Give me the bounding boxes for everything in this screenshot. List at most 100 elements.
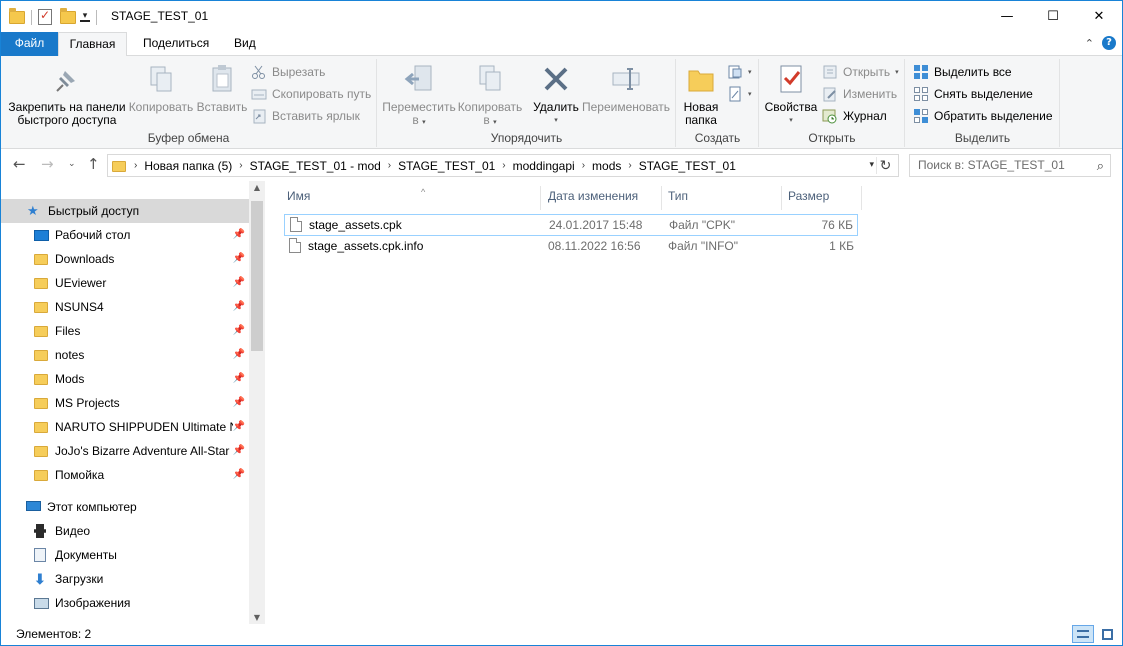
up-arrow-icon[interactable]: ↑ [87,155,100,173]
move-to-icon [403,63,435,95]
nav-item-pomoika[interactable]: Помойка 📌 [1,463,249,487]
properties-icon[interactable] [38,8,52,25]
copy-to-button[interactable]: Копировать в ▾ [456,63,524,129]
folder-shape [34,446,48,457]
nav-item-downloads[interactable]: Downloads 📌 [1,247,249,271]
breadcrumb-separator-icon[interactable]: › [132,160,139,171]
select-all-button[interactable]: Выделить все [913,62,1012,82]
nav-item-ms-projects[interactable]: MS Projects 📌 [1,391,249,415]
column-header-type[interactable]: Тип [662,186,782,210]
column-header-date[interactable]: Дата изменения [542,186,662,210]
new-folder-icon[interactable] [60,7,76,24]
refresh-icon[interactable]: ↻ [876,157,894,174]
paste-shortcut-button[interactable]: Вставить ярлык [251,106,360,126]
recent-locations-icon[interactable]: ⌄ [68,159,76,169]
easy-access-button[interactable]: ▾ [727,84,752,104]
column-header-name[interactable]: Имя ^ [281,186,541,210]
breadcrumb-item[interactable]: Новая папка (5) [139,159,237,173]
move-to-button[interactable]: Переместить в ▾ [382,63,456,129]
forward-arrow-icon[interactable]: → [41,155,54,173]
pin-icon[interactable]: 📌 [233,277,245,288]
tab-share[interactable]: Поделиться [129,32,223,56]
open-button[interactable]: Открыть ▾ [822,62,899,82]
nav-item-ueviewer[interactable]: UEviewer 📌 [1,271,249,295]
customize-toolbar-dropdown[interactable]: ▾ [80,11,90,22]
nav-item-files[interactable]: Files 📌 [1,319,249,343]
new-item-button[interactable]: ▾ [727,62,752,82]
nav-item-downloads-pc[interactable]: ⬇ Загрузки [1,567,249,591]
paste-label: Вставить [196,100,248,114]
address-bar[interactable]: › Новая папка (5) › STAGE_TEST_01 - mod … [107,154,899,177]
video-icon [34,524,50,538]
breadcrumb-separator-icon[interactable]: › [386,160,393,171]
scroll-down-icon[interactable]: ▼ [249,613,265,622]
details-view-button[interactable] [1072,625,1094,643]
pin-quick-access-button[interactable]: Закрепить на панели быстрого доступа [7,63,127,127]
scroll-thumb[interactable] [251,201,263,351]
pin-icon[interactable]: 📌 [233,445,245,456]
collapse-ribbon-icon[interactable]: ⌃ [1085,37,1094,50]
nav-item-desktop[interactable]: Рабочий стол 📌 [1,223,249,247]
pin-icon[interactable]: 📌 [233,373,245,384]
close-button[interactable]: ✕ [1076,1,1122,32]
delete-button[interactable]: Удалить ▾ [528,63,584,127]
back-arrow-icon[interactable]: ← [13,155,26,173]
nav-item-documents[interactable]: Документы [1,543,249,567]
copy-path-button[interactable]: Скопировать путь [251,84,371,104]
breadcrumb-item[interactable]: STAGE_TEST_01 [393,159,500,173]
pin-icon[interactable]: 📌 [233,397,245,408]
new-folder-button[interactable]: Новая папка [679,63,723,127]
large-icons-view-button[interactable] [1096,625,1118,643]
pin-icon[interactable]: 📌 [233,469,245,480]
nav-item-notes[interactable]: notes 📌 [1,343,249,367]
address-history-chevron-icon[interactable]: ▾ [869,159,874,170]
nav-item-naruto[interactable]: NARUTO SHIPPUDEN Ultimate Nin 📌 [1,415,249,439]
breadcrumb-separator-icon[interactable]: › [237,160,244,171]
breadcrumb-item[interactable]: STAGE_TEST_01 [634,159,741,173]
breadcrumb-separator-icon[interactable]: › [580,160,587,171]
scroll-up-icon[interactable]: ▲ [249,183,265,192]
column-header-size[interactable]: Размер [782,186,862,210]
pin-icon[interactable]: 📌 [233,349,245,360]
help-icon[interactable]: ? [1102,36,1116,50]
minimize-button[interactable]: — [984,1,1030,32]
nav-item-jojo[interactable]: JoJo's Bizarre Adventure All-Star B 📌 [1,439,249,463]
nav-item-mods[interactable]: Mods 📌 [1,367,249,391]
nav-quick-access[interactable]: ★ Быстрый доступ [1,199,249,223]
paste-button[interactable]: Вставить [195,63,249,114]
breadcrumb-item[interactable]: STAGE_TEST_01 - mod [245,159,386,173]
breadcrumb-separator-icon[interactable]: › [626,160,633,171]
file-size: 1 КБ [829,239,854,253]
maximize-button[interactable]: ☐ [1030,1,1076,32]
nav-scrollbar[interactable]: ▲ ▼ [249,181,265,624]
pin-icon[interactable]: 📌 [233,421,245,432]
tab-file[interactable]: Файл [1,32,58,56]
edit-button[interactable]: Изменить [822,84,897,104]
nav-item-video[interactable]: Видео [1,519,249,543]
nav-item-nsuns4[interactable]: NSUNS4 📌 [1,295,249,319]
rename-button[interactable]: Переименовать [580,63,672,114]
tab-home[interactable]: Главная [58,32,127,57]
nav-this-pc[interactable]: Этот компьютер [1,495,249,519]
breadcrumb-item[interactable]: mods [587,159,626,173]
pin-icon[interactable]: 📌 [233,253,245,264]
nav-item-pictures[interactable]: Изображения [1,591,249,615]
cut-button[interactable]: Вырезать [251,62,325,82]
window-title: STAGE_TEST_01 [111,9,209,23]
pin-icon[interactable]: 📌 [233,229,245,240]
tab-view[interactable]: Вид [220,32,270,56]
copy-button[interactable]: Копировать [127,63,195,114]
pin-icon[interactable]: 📌 [233,301,245,312]
group-new: Новая папка ▾ ▾ Создать [677,59,759,147]
file-row[interactable]: stage_assets.cpk 24.01.2017 15:48 Файл "… [284,214,858,236]
pin-icon[interactable]: 📌 [233,325,245,336]
search-input[interactable]: Поиск в: STAGE_TEST_01 ⌕ [909,154,1111,177]
file-row[interactable]: stage_assets.cpk.info 08.11.2022 16:56 Ф… [284,236,858,258]
select-none-button[interactable]: Снять выделение [913,84,1033,104]
invert-selection-button[interactable]: Обратить выделение [913,106,1053,126]
properties-button[interactable]: Свойства ▾ [762,63,820,127]
folder-icon [34,324,50,338]
breadcrumb-item[interactable]: moddingapi [508,159,580,173]
breadcrumb-separator-icon[interactable]: › [500,160,507,171]
history-button[interactable]: Журнал [822,106,887,126]
